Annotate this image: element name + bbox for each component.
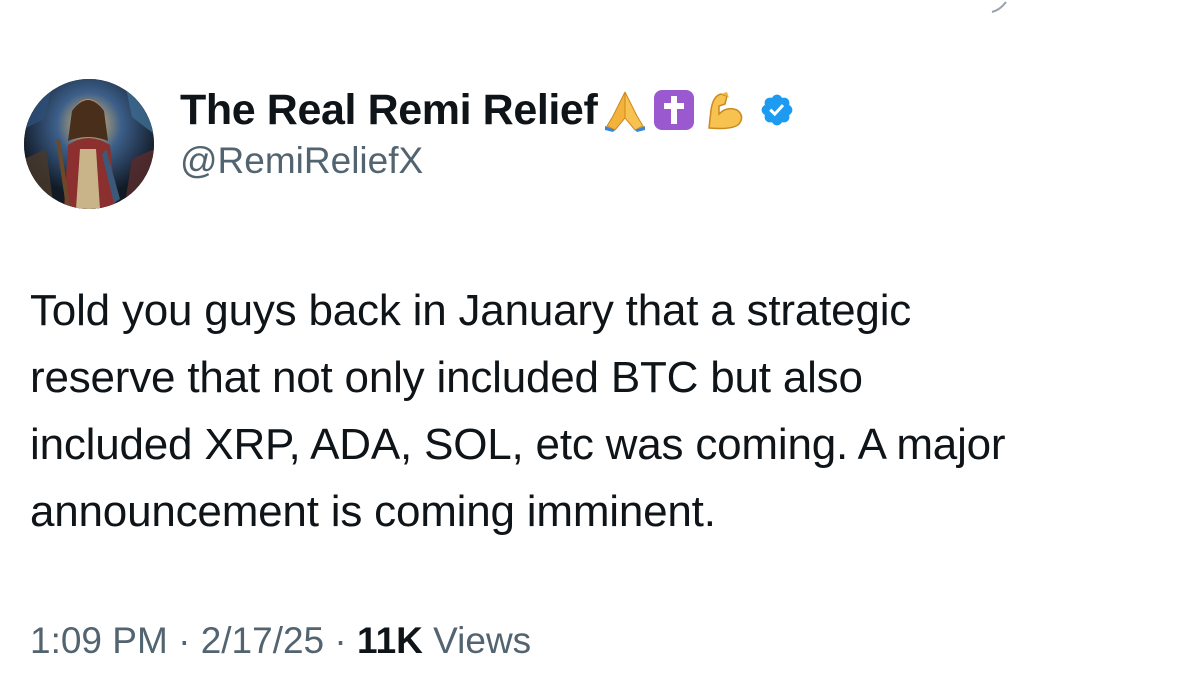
tweet-date[interactable]: 2/17/25 — [201, 620, 324, 661]
views-label: Views — [433, 620, 532, 661]
tweet-meta: 1:09 PM · 2/17/25 · 11K Views — [30, 620, 531, 662]
author-display-name[interactable]: The Real Remi Relief — [180, 86, 598, 135]
author-name-row: The Real Remi Relief — [180, 82, 795, 138]
latin-cross-icon — [653, 89, 695, 131]
tweet-time[interactable]: 1:09 PM — [30, 620, 168, 661]
tweet-text: Told you guys back in January that a str… — [30, 277, 1180, 545]
tweet-text-line: included XRP, ADA, SOL, etc was coming. … — [30, 420, 1006, 469]
flexed-biceps-icon — [703, 88, 747, 132]
tweet-text-line: announcement is coming imminent. — [30, 487, 716, 536]
tweet: The Real Remi Relief @RemiReliefX Told y… — [0, 0, 1199, 694]
tweet-text-line: Told you guys back in January that a str… — [30, 286, 912, 335]
praying-hands-icon — [605, 88, 646, 132]
tweet-text-line: reserve that not only included BTC but a… — [30, 353, 863, 402]
meta-separator: · — [334, 620, 347, 661]
avatar-image — [24, 79, 154, 209]
meta-separator: · — [178, 620, 191, 661]
verified-badge-icon[interactable] — [759, 92, 795, 128]
avatar[interactable] — [24, 79, 154, 209]
author-handle[interactable]: @RemiReliefX — [180, 140, 423, 182]
corner-mark — [991, 1, 1007, 13]
views-count[interactable]: 11K — [357, 620, 423, 661]
